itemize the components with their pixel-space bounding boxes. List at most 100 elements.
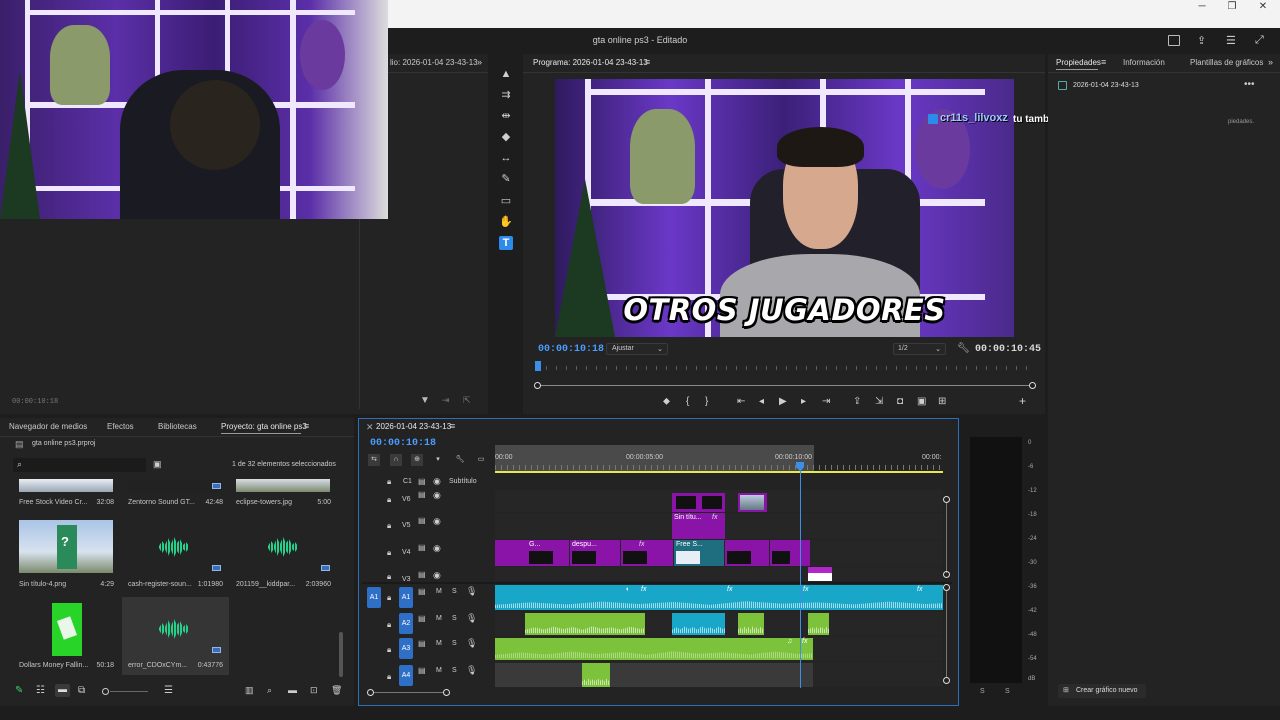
- filter-icon[interactable]: ▼: [420, 395, 430, 406]
- sync-lock-icon[interactable]: ▤: [418, 639, 426, 648]
- insert-icon[interactable]: ⇥: [442, 395, 450, 406]
- program-time-ruler[interactable]: [536, 362, 1034, 372]
- trash-icon[interactable]: 🗑︎: [331, 685, 342, 696]
- add-marker-icon[interactable]: ▾: [432, 454, 444, 466]
- lock-icon[interactable]: 🔒︎: [387, 620, 391, 630]
- slip-tool-icon[interactable]: ↔: [499, 151, 513, 165]
- share-icon[interactable]: ⇪: [1197, 34, 1209, 47]
- vertical-zoom-bar[interactable]: [946, 591, 947, 677]
- video-clip[interactable]: fx: [621, 540, 673, 566]
- lock-icon[interactable]: 🔒︎: [387, 572, 391, 582]
- sync-lock-icon[interactable]: ▤: [418, 666, 426, 675]
- lock-icon[interactable]: 🔒︎: [387, 672, 391, 682]
- timeline-settings-icon[interactable]: 🔧︎: [454, 454, 466, 466]
- panel-menu-icon[interactable]: ≡: [304, 421, 309, 431]
- automate-to-sequence-icon[interactable]: ▥: [245, 685, 254, 696]
- lock-icon[interactable]: 🔒︎: [387, 521, 391, 531]
- eye-icon[interactable]: ◉: [433, 476, 441, 487]
- track-v3-bg[interactable]: [495, 567, 943, 581]
- thumbnail-sin-titulo[interactable]: ?: [19, 520, 113, 573]
- panel-menu-icon[interactable]: ≡: [1101, 57, 1106, 67]
- lock-icon[interactable]: 🔒︎: [387, 593, 391, 603]
- proxy-toggle-icon[interactable]: ⊞: [938, 397, 946, 407]
- close-icon[interactable]: ✕: [1248, 0, 1278, 14]
- timeline-timecode[interactable]: 00:00:10:18: [370, 438, 436, 449]
- audio-clip[interactable]: [672, 613, 725, 635]
- video-clip[interactable]: [738, 493, 767, 512]
- linked-selection-icon[interactable]: ⊕: [411, 454, 423, 466]
- panel-overflow-icon[interactable]: »: [477, 57, 482, 67]
- comparison-view-icon[interactable]: ▣: [917, 397, 926, 407]
- horizontal-zoom-handle[interactable]: [367, 689, 374, 696]
- snap-icon[interactable]: ∩: [390, 454, 402, 466]
- vertical-zoom-handle[interactable]: [943, 496, 950, 503]
- eye-icon[interactable]: ◉: [433, 570, 441, 581]
- video-clip[interactable]: Sin títu... fx: [672, 513, 725, 539]
- mute-button[interactable]: M: [436, 615, 442, 622]
- lock-icon[interactable]: 🔒︎: [387, 495, 391, 505]
- microphone-icon[interactable]: 🎙︎: [466, 586, 477, 597]
- video-clip[interactable]: [770, 540, 810, 566]
- go-to-in-icon[interactable]: ⇤: [737, 397, 745, 407]
- program-playhead[interactable]: [535, 361, 542, 371]
- eye-icon[interactable]: ◉: [433, 490, 441, 501]
- captions-icon[interactable]: ▭: [475, 454, 487, 466]
- list-view-icon[interactable]: ☷: [36, 685, 45, 696]
- type-tool-icon[interactable]: T: [499, 236, 513, 250]
- step-forward-icon[interactable]: ▸: [801, 397, 806, 407]
- fullscreen-icon[interactable]: ⤢: [1255, 34, 1267, 46]
- mark-in-icon[interactable]: {: [686, 397, 689, 407]
- lock-icon[interactable]: 🔒︎: [387, 645, 391, 655]
- sync-lock-icon[interactable]: ▤: [418, 570, 426, 579]
- play-icon[interactable]: ▶: [779, 397, 787, 407]
- nest-sequence-icon[interactable]: ⇆: [368, 454, 380, 466]
- sync-lock-icon[interactable]: ▤: [418, 587, 426, 596]
- timeline-playhead-line[interactable]: [800, 470, 801, 688]
- minimize-icon[interactable]: ─: [1187, 0, 1217, 14]
- track-label[interactable]: A1: [399, 587, 413, 608]
- sync-lock-icon[interactable]: ▤: [418, 477, 426, 486]
- zoom-slider-handle[interactable]: [102, 688, 109, 695]
- more-options-icon[interactable]: •••: [1244, 79, 1255, 90]
- export-frame-icon[interactable]: ◘: [897, 397, 903, 407]
- find-icon[interactable]: ⌕: [267, 685, 272, 696]
- panel-menu-icon[interactable]: ≡: [450, 421, 455, 431]
- solo-button[interactable]: S: [452, 588, 457, 595]
- program-zoom-bar[interactable]: [538, 385, 1032, 386]
- video-clip[interactable]: G...: [527, 540, 569, 566]
- vertical-zoom-handle[interactable]: [943, 571, 950, 578]
- tab-bibliotecas[interactable]: Bibliotecas: [158, 422, 197, 431]
- track-label[interactable]: A4: [399, 665, 413, 686]
- track-label[interactable]: A3: [399, 638, 413, 659]
- extract-icon[interactable]: ⇲: [875, 397, 883, 407]
- zoom-fit-dropdown[interactable]: Ajustar ⌄: [606, 343, 668, 355]
- lift-icon[interactable]: ⇪: [853, 397, 861, 407]
- work-area-bar[interactable]: [495, 471, 943, 473]
- solo-button[interactable]: S: [452, 640, 457, 647]
- write-on-icon[interactable]: ✎: [15, 685, 23, 696]
- tab-informacion[interactable]: Información: [1123, 58, 1165, 67]
- audio-clip[interactable]: [738, 613, 764, 635]
- zoom-bar-handle-right[interactable]: [1029, 382, 1036, 389]
- audio-clip[interactable]: [525, 613, 645, 635]
- eye-icon[interactable]: ◉: [433, 543, 441, 554]
- mark-out-icon[interactable]: }: [705, 397, 708, 407]
- horizontal-zoom-bar[interactable]: [374, 692, 444, 693]
- sync-lock-icon[interactable]: ▤: [418, 614, 426, 623]
- ripple-edit-tool-icon[interactable]: ⇹: [499, 109, 513, 123]
- video-clip[interactable]: [725, 540, 769, 566]
- audio-clip[interactable]: [582, 663, 610, 687]
- sync-lock-icon[interactable]: ▤: [418, 490, 426, 499]
- meter-solo-left[interactable]: S: [980, 688, 985, 695]
- horizontal-zoom-handle[interactable]: [443, 689, 450, 696]
- tab-navegador-medios[interactable]: Navegador de medios: [9, 422, 87, 431]
- panel-menu-icon[interactable]: ≡: [645, 57, 650, 67]
- tab-efectos[interactable]: Efectos: [107, 422, 134, 431]
- go-to-out-icon[interactable]: ⇥: [822, 397, 830, 407]
- sort-icon[interactable]: ☰: [164, 685, 173, 696]
- export-frame-icon[interactable]: ⇱: [463, 395, 471, 406]
- source-monitor-title[interactable]: lio: 2026-01-04 23-43-13: [390, 58, 478, 67]
- selection-tool-icon[interactable]: ▲: [499, 67, 513, 81]
- tab-proyecto[interactable]: Proyecto: gta online ps3: [221, 422, 307, 431]
- solo-button[interactable]: S: [452, 667, 457, 674]
